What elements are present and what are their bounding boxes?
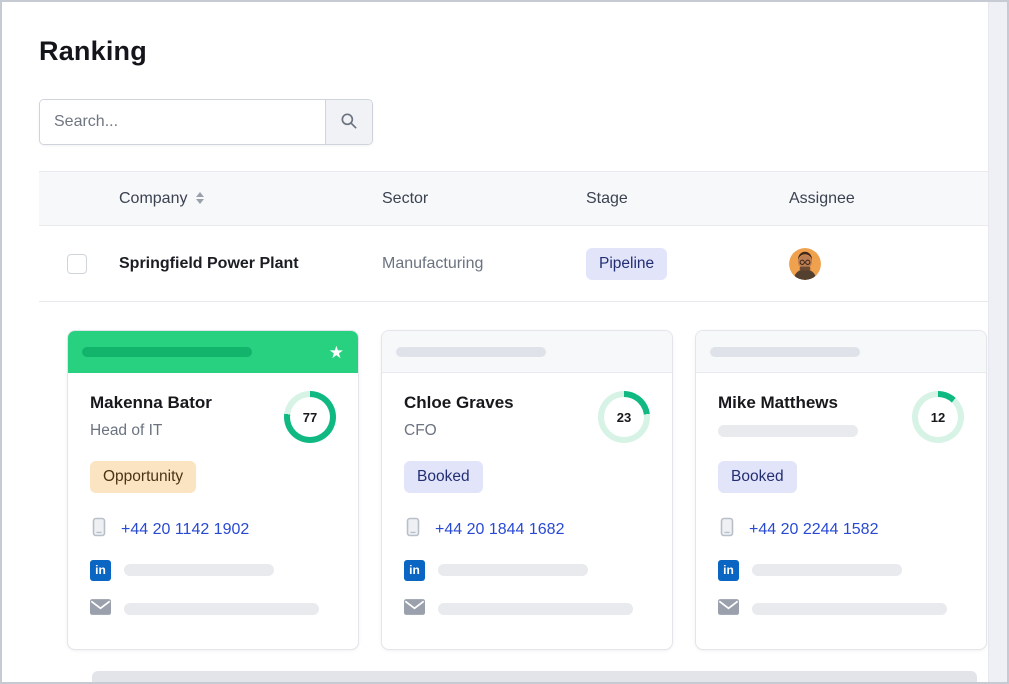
card-header: ★ <box>68 331 358 373</box>
company-name: Springfield Power Plant <box>119 255 382 273</box>
table-row: Springfield Power Plant Manufacturing Pi… <box>39 226 990 302</box>
linkedin-icon[interactable]: in <box>404 560 425 581</box>
stage-cell: Pipeline <box>586 248 789 280</box>
column-header-assignee: Assignee <box>789 190 990 208</box>
card-header <box>696 331 986 373</box>
phone-row: +44 20 1142 1902 <box>90 517 336 542</box>
email-placeholder-bar <box>124 603 319 615</box>
linkedin-placeholder-bar <box>438 564 588 576</box>
status-badge: Booked <box>404 461 483 493</box>
scrollbar-gutter <box>988 2 1007 682</box>
assignee-avatar[interactable] <box>789 248 821 280</box>
sector-value: Manufacturing <box>382 255 586 273</box>
email-icon[interactable] <box>90 599 111 620</box>
email-icon[interactable] <box>404 599 425 620</box>
sort-icon[interactable] <box>196 192 204 204</box>
search-button[interactable] <box>325 100 372 144</box>
contact-list: +44 20 1142 1902 in <box>90 517 336 620</box>
next-section-placeholder <box>92 671 977 682</box>
linkedin-icon[interactable]: in <box>90 560 111 581</box>
linkedin-row: in <box>90 559 336 581</box>
contact-card: Chloe Graves CFO 23 Booked <box>381 330 673 650</box>
email-placeholder-bar <box>438 603 633 615</box>
phone-link[interactable]: +44 20 2244 1582 <box>749 521 878 539</box>
column-header-stage: Stage <box>586 190 789 208</box>
search-icon <box>339 111 359 134</box>
search-bar <box>39 99 373 145</box>
linkedin-row: in <box>404 559 650 581</box>
email-placeholder-bar <box>752 603 947 615</box>
page-title: Ranking <box>39 36 1007 67</box>
email-icon[interactable] <box>718 599 739 620</box>
card-body: Makenna Bator Head of IT 77 Opportunity <box>68 373 358 620</box>
score-ring: 77 <box>284 391 336 443</box>
contact-list: +44 20 2244 1582 in <box>718 517 964 620</box>
app-window: Ranking Company Sector Stage <box>0 0 1009 684</box>
stage-badge: Pipeline <box>586 248 667 280</box>
linkedin-placeholder-bar <box>752 564 902 576</box>
contact-cards: ★ Makenna Bator Head of IT 77 Opportunit… <box>67 330 1007 650</box>
row-checkbox[interactable] <box>67 254 87 274</box>
person-name: Mike Matthews <box>718 393 858 413</box>
linkedin-placeholder-bar <box>124 564 274 576</box>
assignee-cell <box>789 248 990 280</box>
contact-card: Mike Matthews 12 Booked +4 <box>695 330 987 650</box>
linkedin-row: in <box>718 559 964 581</box>
phone-row: +44 20 2244 1582 <box>718 517 964 542</box>
star-icon[interactable]: ★ <box>329 344 344 361</box>
phone-icon <box>90 517 108 542</box>
contact-card: ★ Makenna Bator Head of IT 77 Opportunit… <box>67 330 359 650</box>
status-badge: Booked <box>718 461 797 493</box>
email-row <box>404 598 650 620</box>
person-name: Chloe Graves <box>404 393 514 413</box>
score-ring: 23 <box>598 391 650 443</box>
ranking-table: Company Sector Stage Assignee Springfiel… <box>39 171 990 302</box>
linkedin-icon[interactable]: in <box>718 560 739 581</box>
score-value: 12 <box>918 397 958 437</box>
column-header-company[interactable]: Company <box>119 190 382 208</box>
phone-link[interactable]: +44 20 1844 1682 <box>435 521 564 539</box>
card-body: Mike Matthews 12 Booked +4 <box>696 373 986 620</box>
score-value: 77 <box>290 397 330 437</box>
role-placeholder-bar <box>718 425 858 437</box>
phone-icon <box>718 517 736 542</box>
phone-icon <box>404 517 422 542</box>
email-row <box>90 598 336 620</box>
contact-list: +44 20 1844 1682 in <box>404 517 650 620</box>
email-row <box>718 598 964 620</box>
person-name: Makenna Bator <box>90 393 212 413</box>
column-header-sector: Sector <box>382 190 586 208</box>
phone-link[interactable]: +44 20 1142 1902 <box>121 521 249 539</box>
person-role: Head of IT <box>90 422 212 440</box>
header-placeholder-bar <box>710 347 860 357</box>
row-checkbox-cell <box>39 254 119 274</box>
person-role: CFO <box>404 422 514 440</box>
main-content: Ranking Company Sector Stage <box>2 2 1007 650</box>
header-placeholder-bar <box>396 347 546 357</box>
header-placeholder-bar <box>82 347 252 357</box>
phone-row: +44 20 1844 1682 <box>404 517 650 542</box>
card-body: Chloe Graves CFO 23 Booked <box>382 373 672 620</box>
column-header-company-label: Company <box>119 190 187 207</box>
score-ring: 12 <box>912 391 964 443</box>
table-header-row: Company Sector Stage Assignee <box>39 172 990 226</box>
score-value: 23 <box>604 397 644 437</box>
status-badge: Opportunity <box>90 461 196 493</box>
card-header <box>382 331 672 373</box>
search-input[interactable] <box>40 100 325 144</box>
